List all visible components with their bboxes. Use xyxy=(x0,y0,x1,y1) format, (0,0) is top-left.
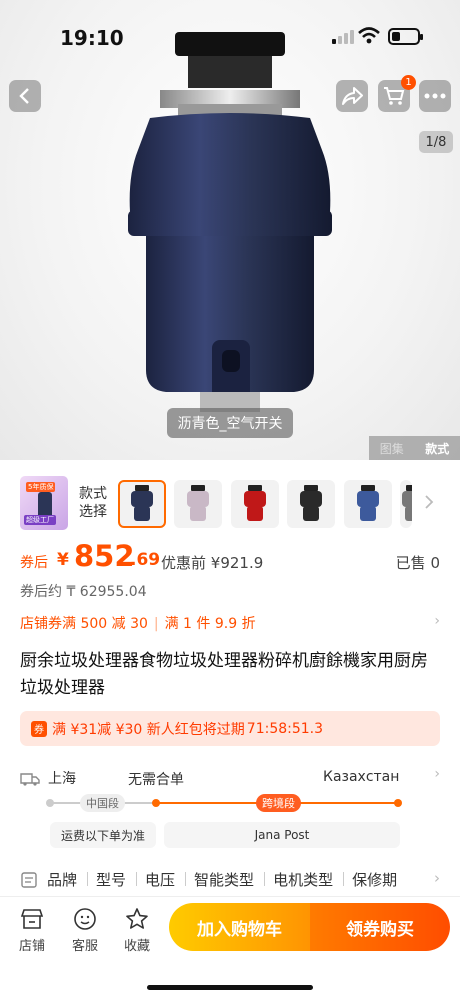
countdown: 71:58:51.3 xyxy=(246,720,324,737)
cart-icon xyxy=(384,87,405,105)
price-converted: 券后约 ₸ 62955.04 xyxy=(20,584,147,600)
bottom-action-bar: 店铺 客服 收藏 加入购物车 领券购买 xyxy=(0,896,460,1000)
service-label: 客服 xyxy=(71,939,98,954)
shipping-note: 运费以下单为准 xyxy=(50,822,156,848)
style-thumb-main[interactable]: 5年质保 超级工厂 xyxy=(20,476,68,530)
thumb-banner-bottom: 超级工厂 xyxy=(24,515,56,525)
star-icon xyxy=(126,908,148,929)
spec-warranty: 保修期 xyxy=(352,870,398,889)
spec-model: 型号 xyxy=(96,870,127,889)
tab-style[interactable]: 款式 xyxy=(415,436,460,460)
product-thumb-image xyxy=(300,485,322,521)
product-title: 厨余垃圾处理器食物垃圾处理器粉碎机廚餘機家用厨房垃圾处理器 xyxy=(20,651,428,698)
wifi-icon xyxy=(358,27,380,44)
service-button[interactable]: 客服 xyxy=(66,907,104,954)
coupon-icon: 券 xyxy=(31,720,47,737)
share-button[interactable] xyxy=(336,80,368,112)
chevron-right-icon: › xyxy=(434,869,440,887)
status-bar: 19:10 xyxy=(0,0,460,70)
coupon-line[interactable]: 店铺券满 500 减 30 | 满 1 件 9.9 折 › xyxy=(20,613,440,633)
back-button[interactable] xyxy=(9,80,41,112)
ship-to: Казахстан xyxy=(323,769,400,785)
spec-brand: 品牌 xyxy=(47,870,78,889)
chevron-right-icon: › xyxy=(434,613,440,629)
product-thumb-image xyxy=(244,485,266,521)
shop-label: 店铺 xyxy=(18,939,45,954)
cart-badge: 1 xyxy=(401,75,416,90)
spec-motor-type: 电机类型 xyxy=(273,870,334,889)
chevron-right-icon[interactable] xyxy=(424,494,434,510)
price-integer: 852 xyxy=(74,539,135,573)
more-dots-icon xyxy=(424,93,446,99)
spec-smart-type: 智能类型 xyxy=(194,870,255,889)
price-after-label: 券后 xyxy=(20,555,48,571)
product-gallery[interactable]: 19:10 1 1/8 沥青色_空气开关 图集 款式 xyxy=(0,0,460,460)
battery-icon xyxy=(388,28,423,45)
sold-count: 已售 0 xyxy=(395,554,440,572)
spec-row[interactable]: 品牌 型号 电压 智能类型 电机类型 保修期 › xyxy=(20,868,440,890)
product-thumb-image xyxy=(131,485,153,521)
favorite-button[interactable]: 收藏 xyxy=(118,907,156,954)
add-to-cart-button[interactable]: 加入购物车 xyxy=(169,903,310,951)
carrier: Jana Post xyxy=(164,822,400,848)
product-thumb-image xyxy=(187,485,209,521)
ship-from: 上海 xyxy=(20,768,76,788)
clipboard-icon xyxy=(21,872,37,888)
share-icon xyxy=(342,87,363,105)
style-thumb-1[interactable] xyxy=(174,480,222,528)
red-packet-banner[interactable]: 券 满 ¥31减 ¥30 新人红包将过期 71:58:51.3 xyxy=(20,711,440,746)
segment-china: 中国段 xyxy=(80,794,125,812)
style-select-label[interactable]: 款式 选择 xyxy=(79,485,107,521)
price-before: 优惠前 ¥921.9 xyxy=(161,554,264,572)
truck-icon xyxy=(20,773,40,786)
home-indicator xyxy=(147,985,313,990)
price-row: 券后 ¥ 852 .69 优惠前 ¥921.9 已售 0 xyxy=(20,539,440,575)
style-thumb-2[interactable] xyxy=(231,480,279,528)
style-thumb-3[interactable] xyxy=(287,480,335,528)
variant-tag: 沥青色_空气开关 xyxy=(167,408,293,438)
tab-gallery[interactable]: 图集 xyxy=(369,436,415,460)
buy-now-button[interactable]: 领券购买 xyxy=(310,903,450,951)
page-indicator: 1/8 xyxy=(419,131,453,153)
product-thumb-image xyxy=(357,485,379,521)
style-thumb-4[interactable] xyxy=(344,480,392,528)
style-strip: 5年质保 超级工厂 款式 选择 xyxy=(0,476,460,532)
gallery-tabs: 图集 款式 xyxy=(369,436,460,460)
shop-button[interactable]: 店铺 xyxy=(13,907,51,954)
discount-coupon: 满 1 件 9.9 折 xyxy=(164,616,256,632)
price-decimal: .69 xyxy=(130,550,161,570)
style-label-line1: 款式 xyxy=(79,486,107,502)
favorite-label: 收藏 xyxy=(123,939,150,954)
ship-merge: 无需合单 xyxy=(128,772,184,788)
chevron-left-icon xyxy=(19,88,29,104)
style-label-line2: 选择 xyxy=(79,504,107,520)
shop-icon xyxy=(20,909,44,929)
spec-voltage: 电压 xyxy=(145,870,176,889)
style-thumb-5[interactable] xyxy=(400,480,412,528)
shipping-section[interactable]: 上海 无需合单 Казахстан › 中国段 跨境段 运费以下单为准 Jana… xyxy=(20,766,440,856)
red-packet-text: 满 ¥31减 ¥30 新人红包将过期 xyxy=(52,721,245,738)
style-thumb-0[interactable] xyxy=(118,480,166,528)
price-currency: ¥ xyxy=(57,550,69,570)
chevron-right-icon: › xyxy=(434,766,440,782)
segment-cross-border: 跨境段 xyxy=(256,794,301,812)
more-button[interactable] xyxy=(419,80,451,112)
product-thumb-image xyxy=(402,485,412,521)
cart-button[interactable]: 1 xyxy=(378,75,416,112)
cellular-signal-icon xyxy=(332,30,354,44)
shop-coupon: 店铺券满 500 减 30 xyxy=(20,616,148,632)
customer-service-icon xyxy=(74,908,96,930)
status-time: 19:10 xyxy=(60,26,124,50)
